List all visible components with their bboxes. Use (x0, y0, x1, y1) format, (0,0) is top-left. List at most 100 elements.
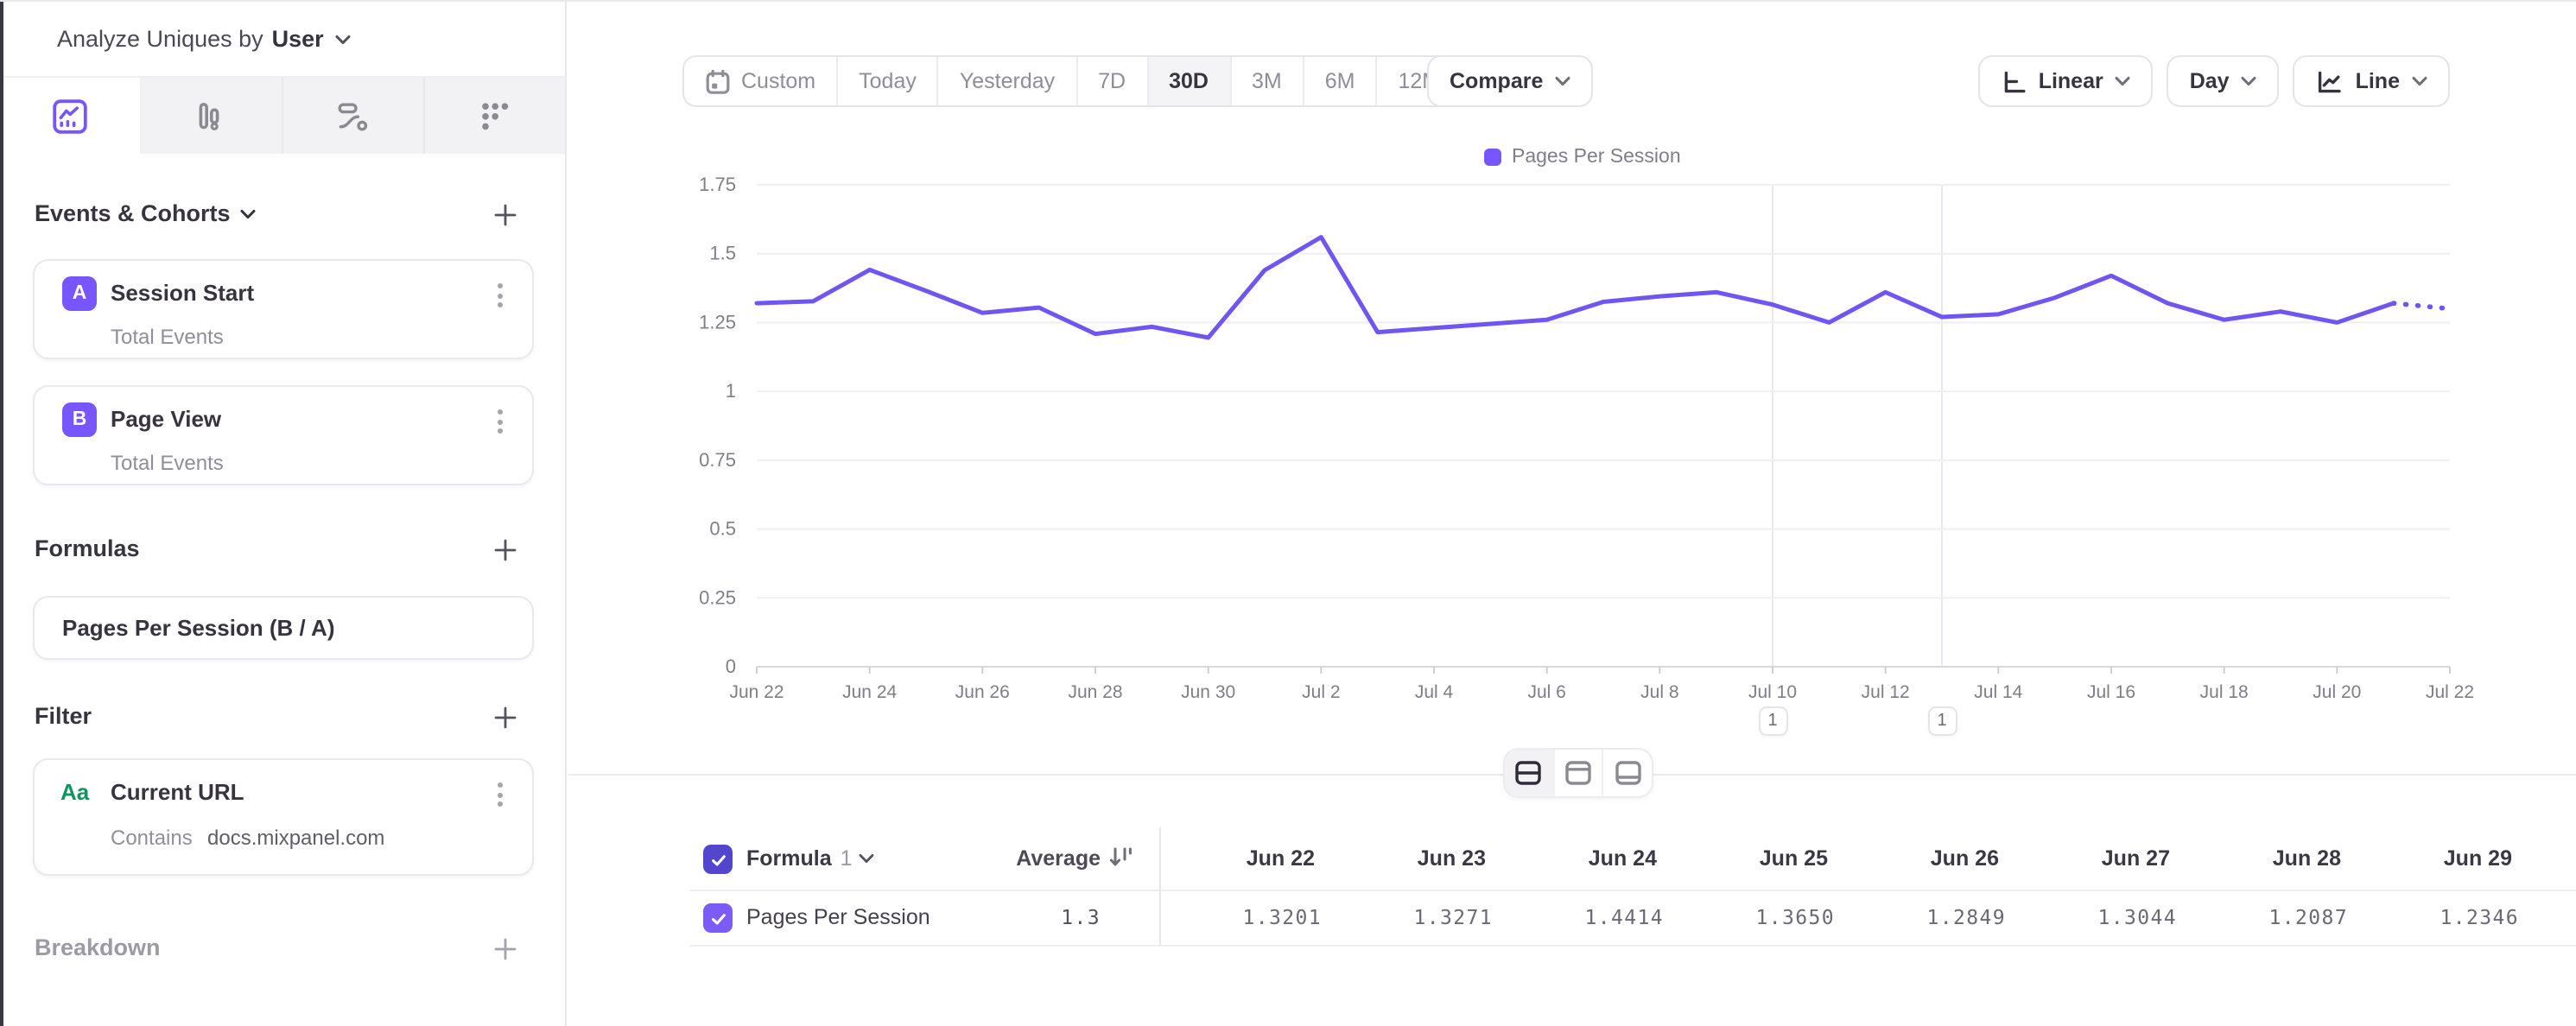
event-card-session-start[interactable]: A Session Start Total Events (33, 259, 534, 359)
table-date-header[interactable]: Jun 25 (1669, 846, 1828, 871)
svg-text:0: 0 (726, 656, 736, 677)
table-value-cell: 1.2087 (2189, 905, 2348, 929)
table-date-header[interactable]: Jun 26 (1840, 846, 1999, 871)
bar-chart-tab-icon (193, 98, 229, 134)
filter-property[interactable]: Current URL (111, 779, 244, 805)
kebab-menu-icon[interactable] (489, 404, 510, 439)
svg-text:1.75: 1.75 (699, 174, 736, 195)
tab-retention[interactable] (423, 78, 566, 154)
filter-operator[interactable]: Contains (111, 826, 193, 850)
table-value-cell: 1.3271 (1334, 905, 1493, 929)
svg-text:Jul 16: Jul 16 (2087, 682, 2135, 702)
event-measure[interactable]: Total Events (111, 325, 224, 349)
series-average-value: 1.3 (914, 905, 1101, 929)
table-header-divider (689, 890, 2576, 891)
tab-flows[interactable] (281, 78, 423, 154)
svg-text:Jul 20: Jul 20 (2313, 682, 2361, 702)
report-main-area: CustomTodayYesterday7D30D3M6M12M Compare… (568, 2, 2576, 1026)
analyze-header[interactable]: Analyze Uniques by User (0, 2, 565, 78)
filter-card-current-url[interactable]: Aa Current URL Contains docs.mixpanel.co… (33, 758, 534, 876)
table-value-cell: 1.2849 (1847, 905, 2006, 929)
table-value-cell: 1.3650 (1676, 905, 1835, 929)
svg-text:1: 1 (726, 380, 736, 402)
svg-text:0.5: 0.5 (709, 518, 736, 540)
formula-group-label: Formula (746, 846, 832, 871)
table-column-divider (1159, 827, 1161, 945)
table-date-header[interactable]: Jun 27 (2011, 846, 2170, 871)
svg-text:Jul 6: Jul 6 (1527, 682, 1565, 702)
svg-text:Jul 22: Jul 22 (2426, 682, 2474, 702)
add-filter-button[interactable] (494, 706, 517, 729)
filter-heading: Filter (35, 703, 530, 729)
svg-text:0.25: 0.25 (699, 586, 736, 608)
layout-toggle (1503, 748, 1653, 798)
mixpanel-insights-report: Analyze Uniques by User (0, 0, 2576, 1026)
event-card-page-view[interactable]: B Page View Total Events (33, 385, 534, 485)
average-column-header[interactable]: Average (914, 846, 1101, 871)
table-date-header[interactable]: Jun 23 (1327, 846, 1486, 871)
formula-card[interactable]: Pages Per Session (B / A) (33, 596, 534, 660)
add-formula-button[interactable] (494, 539, 517, 561)
breakdown-title: Breakdown (35, 934, 161, 960)
pages-per-session-line-chart[interactable]: 0 0.25 0.5 0.75 1 1.25 1.5 1.75 Jun 22 Jun 24 Jun … (568, 2, 2576, 774)
svg-text:Jun 26: Jun 26 (955, 682, 1010, 702)
svg-text:Jul 14: Jul 14 (1974, 682, 2022, 702)
table-value-cell: 1.3044 (2018, 905, 2177, 929)
table-date-header[interactable]: Jun 28 (2182, 846, 2341, 871)
retention-dots-tab-icon (477, 98, 513, 134)
formula-group-checkbox[interactable] (703, 845, 733, 874)
tab-funnels[interactable] (141, 78, 282, 154)
report-type-tabs (0, 78, 565, 154)
series-row-checkbox[interactable] (703, 903, 733, 933)
filter-value[interactable]: docs.mixpanel.com (207, 826, 384, 850)
table-row-divider (689, 945, 2576, 947)
layout-table-only-button[interactable] (1602, 750, 1652, 796)
event-title[interactable]: Page View (111, 406, 221, 432)
kebab-menu-icon[interactable] (489, 777, 510, 812)
layout-split-view-button[interactable] (1505, 750, 1552, 796)
svg-text:Jun 24: Jun 24 (842, 682, 897, 702)
event-title[interactable]: Session Start (111, 280, 254, 306)
table-date-header[interactable]: Jun 22 (1156, 846, 1315, 871)
chevron-down-icon (336, 34, 352, 44)
window-left-edge (0, 2, 3, 1026)
layout-chart-only-button[interactable] (1552, 750, 1602, 796)
svg-text:1.25: 1.25 (699, 311, 736, 332)
sort-icon[interactable] (1109, 846, 1133, 869)
annotation-marker[interactable]: 1 (1927, 706, 1957, 736)
formula-group-number: 1 (841, 846, 853, 871)
table-value-cell: 1.4414 (1505, 905, 1664, 929)
svg-text:Jun 30: Jun 30 (1181, 682, 1235, 702)
event-badge: A (62, 276, 97, 311)
add-event-button[interactable] (494, 204, 517, 226)
table-date-header[interactable]: Jun 24 (1498, 846, 1657, 871)
table-date-header[interactable]: Jun 29 (2353, 846, 2512, 871)
svg-text:Jul 2: Jul 2 (1302, 682, 1340, 702)
formula-expression[interactable]: Pages Per Session (B / A) (62, 615, 335, 641)
events-cohorts-heading: Events & Cohorts (35, 200, 530, 226)
annotation-marker[interactable]: 1 (1758, 706, 1787, 736)
svg-text:Jul 8: Jul 8 (1640, 682, 1678, 702)
breakdown-heading: Breakdown (35, 934, 530, 960)
event-badge: B (62, 402, 97, 437)
svg-text:Jul 12: Jul 12 (1862, 682, 1910, 702)
tab-insights[interactable] (0, 78, 141, 154)
svg-text:1.5: 1.5 (709, 243, 736, 264)
svg-text:Jun 22: Jun 22 (729, 682, 784, 702)
svg-text:Jul 10: Jul 10 (1748, 682, 1797, 702)
kebab-menu-icon[interactable] (489, 278, 510, 313)
svg-text:0.75: 0.75 (699, 449, 736, 471)
event-measure[interactable]: Total Events (111, 451, 224, 475)
chevron-down-icon[interactable] (241, 208, 257, 218)
svg-text:Jun 28: Jun 28 (1068, 682, 1122, 702)
svg-text:Jul 4: Jul 4 (1415, 682, 1454, 702)
analyze-value[interactable]: User (272, 26, 324, 52)
formulas-title: Formulas (35, 535, 140, 561)
events-cohorts-title: Events & Cohorts (35, 200, 231, 226)
analyze-label: Analyze Uniques by (57, 26, 263, 52)
formula-group-header[interactable]: Formula 1 (746, 846, 875, 871)
series-row-label[interactable]: Pages Per Session (746, 905, 930, 929)
formulas-heading: Formulas (35, 535, 530, 561)
add-breakdown-button[interactable] (494, 938, 517, 960)
chevron-down-icon (860, 853, 875, 864)
